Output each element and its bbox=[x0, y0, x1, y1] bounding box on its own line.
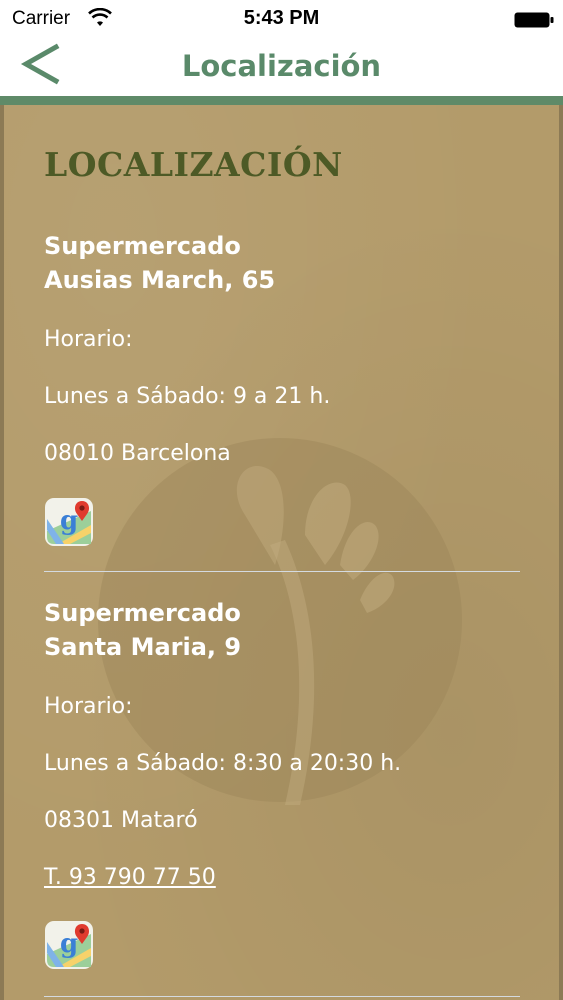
address-text: 08301 Mataró bbox=[44, 808, 198, 833]
store-name-line1: Supermercado bbox=[44, 599, 241, 627]
header-divider bbox=[0, 96, 563, 105]
battery-icon bbox=[514, 12, 554, 28]
schedule-label: Horario: bbox=[44, 327, 133, 352]
store-divider bbox=[44, 996, 520, 997]
store-name-line1: Supermercado bbox=[44, 232, 241, 260]
store-card: Supermercado Santa Maria, 9 Horario: Lun… bbox=[44, 596, 524, 969]
store-divider bbox=[44, 571, 520, 572]
navigation-bar: Localización bbox=[0, 40, 563, 96]
status-bar: Carrier 5:43 PM bbox=[0, 0, 563, 40]
schedule-text: Lunes a Sábado: 9 a 21 h. bbox=[44, 384, 331, 409]
address-text: 08010 Barcelona bbox=[44, 441, 231, 466]
google-maps-icon[interactable]: g bbox=[44, 497, 94, 547]
schedule-text: Lunes a Sábado: 8:30 a 20:30 h. bbox=[44, 751, 402, 776]
phone-link[interactable]: T. 93 790 77 50 bbox=[44, 865, 216, 891]
clock: 5:43 PM bbox=[243, 7, 320, 29]
page-title: Localización bbox=[181, 49, 382, 83]
content-area[interactable]: LOCALIZACIÓN Supermercado Ausias March, … bbox=[0, 105, 563, 1000]
section-title: LOCALIZACIÓN bbox=[44, 145, 343, 184]
store-card: Supermercado Ausias March, 65 Horario: L… bbox=[44, 229, 524, 546]
store-name-line2: Santa Maria, 9 bbox=[44, 633, 242, 661]
store-name-line2: Ausias March, 65 bbox=[44, 266, 276, 294]
google-maps-icon[interactable]: g bbox=[44, 920, 94, 970]
schedule-label: Horario: bbox=[44, 694, 133, 719]
